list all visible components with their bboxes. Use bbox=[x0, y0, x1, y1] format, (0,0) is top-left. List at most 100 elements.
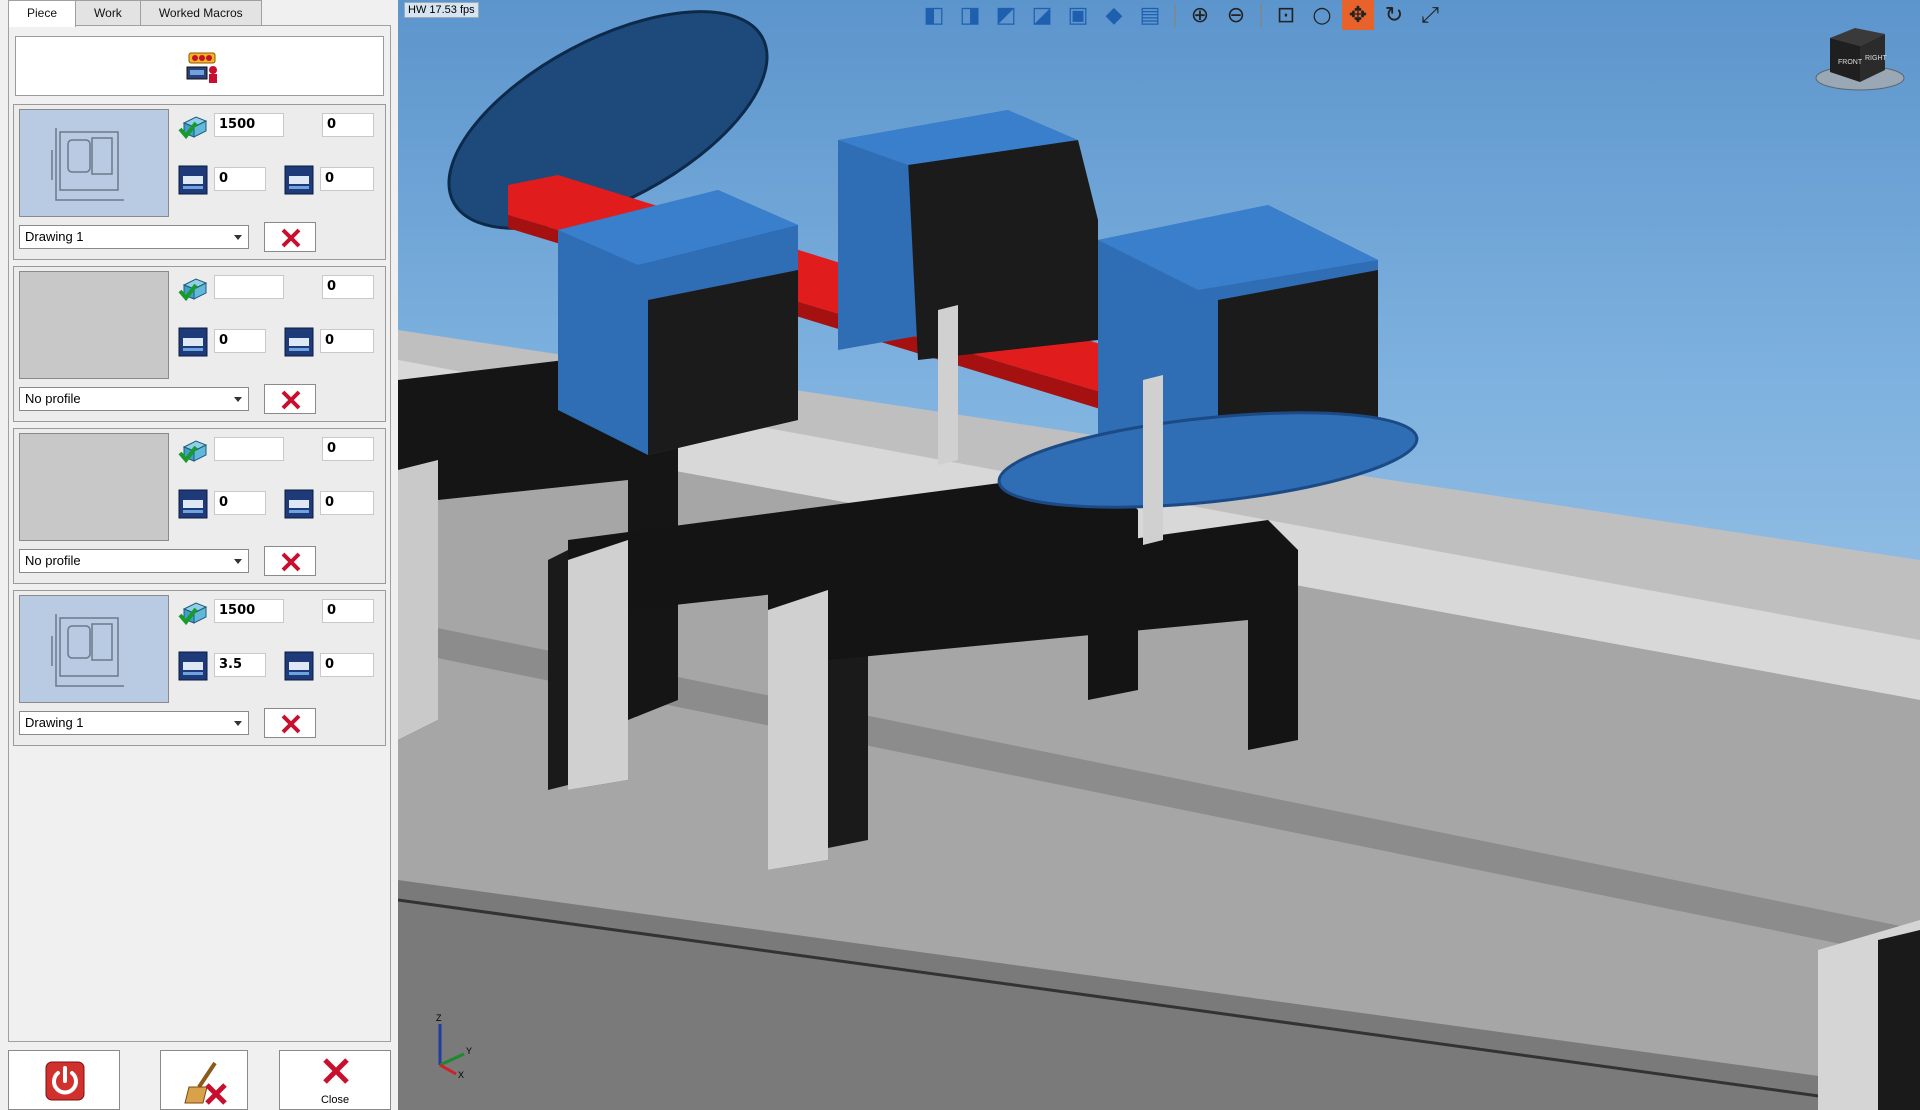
profile-thumbnail[interactable] bbox=[19, 271, 169, 379]
delete-piece-button[interactable] bbox=[264, 546, 316, 576]
chevron-down-icon bbox=[234, 721, 242, 726]
view-back-icon: ▣ bbox=[1067, 2, 1089, 28]
piece-count-input[interactable]: 0 bbox=[322, 113, 374, 137]
machine-setup-button[interactable] bbox=[15, 36, 384, 96]
zoom-out-icon: ⊖ bbox=[1226, 2, 1246, 28]
zoom-out-button[interactable]: ⊖ bbox=[1220, 0, 1252, 30]
delete-piece-button[interactable] bbox=[264, 708, 316, 738]
left-offset-input[interactable]: 3.5 bbox=[214, 653, 266, 677]
piece-row: 1500 0 0 0 Drawing 1 bbox=[13, 104, 386, 260]
right-offset-input[interactable]: 0 bbox=[320, 167, 374, 191]
left-offset-input[interactable]: 0 bbox=[214, 491, 266, 515]
right-offset-input[interactable]: 0 bbox=[320, 653, 374, 677]
delete-piece-button[interactable] bbox=[264, 384, 316, 414]
profile-select[interactable]: Drawing 1 bbox=[19, 711, 249, 735]
piece-panel: Piece Work Worked Macros 1500 0 0 0 Drawing … bbox=[0, 0, 395, 1110]
left-offset-icon bbox=[178, 489, 208, 519]
screenshot-jpg-button[interactable]: ▤ bbox=[1134, 0, 1166, 30]
zoom-button[interactable]: ○ bbox=[1306, 0, 1338, 30]
piece-row: 1500 0 3.5 0 Drawing 1 bbox=[13, 590, 386, 746]
view-iso-icon: ◆ bbox=[1105, 2, 1123, 28]
tab-content: 1500 0 0 0 Drawing 1 0 0 0 No profile 0 0 0 No profi… bbox=[8, 25, 391, 1042]
piece-length-icon bbox=[178, 111, 208, 141]
left-offset-input[interactable]: 0 bbox=[214, 329, 266, 353]
rotate-button[interactable]: ↻ bbox=[1378, 0, 1410, 30]
chevron-down-icon bbox=[234, 559, 242, 564]
profile-select-value: Drawing 1 bbox=[25, 715, 84, 730]
left-offset-input[interactable]: 0 bbox=[214, 167, 266, 191]
delete-x-icon bbox=[281, 228, 301, 248]
rotate-icon: ↻ bbox=[1384, 2, 1404, 28]
zoom-icon: ○ bbox=[1312, 2, 1332, 28]
tab-work[interactable]: Work bbox=[75, 0, 141, 26]
view-back-button[interactable]: ▣ bbox=[1062, 0, 1094, 30]
axis-z-label: Z bbox=[436, 1013, 442, 1023]
chevron-down-icon bbox=[234, 397, 242, 402]
left-offset-icon bbox=[178, 651, 208, 681]
profile-select-value: No profile bbox=[25, 553, 81, 568]
view-left-icon: ◨ bbox=[959, 2, 981, 28]
fps-readout: HW 17.53 fps bbox=[404, 2, 479, 18]
power-button[interactable] bbox=[8, 1050, 120, 1110]
chevron-down-icon bbox=[234, 235, 242, 240]
pan-button[interactable]: ✥ bbox=[1342, 0, 1374, 30]
zoom-in-button[interactable]: ⊕ bbox=[1184, 0, 1216, 30]
piece-length-icon bbox=[178, 273, 208, 303]
right-offset-input[interactable]: 0 bbox=[320, 491, 374, 515]
delete-x-icon bbox=[281, 552, 301, 572]
profile-select[interactable]: No profile bbox=[19, 549, 249, 573]
piece-row: 0 0 0 No profile bbox=[13, 428, 386, 584]
view-right-button[interactable]: ◩ bbox=[990, 0, 1022, 30]
profile-select-value: No profile bbox=[25, 391, 81, 406]
view-cube[interactable]: FRONT RIGHT bbox=[1810, 20, 1910, 95]
zoom-window-button[interactable]: ⊡ bbox=[1270, 0, 1302, 30]
profile-thumbnail[interactable] bbox=[19, 109, 169, 217]
delete-piece-button[interactable] bbox=[264, 222, 316, 252]
profile-select[interactable]: Drawing 1 bbox=[19, 225, 249, 249]
close-label: Close bbox=[320, 1094, 350, 1106]
toolbar-separator bbox=[1260, 3, 1262, 27]
axis-x-label: X bbox=[458, 1070, 464, 1080]
piece-count-input[interactable]: 0 bbox=[322, 437, 374, 461]
left-offset-icon bbox=[178, 327, 208, 357]
view-left-button[interactable]: ◨ bbox=[954, 0, 986, 30]
screenshot-jpg-icon: ▤ bbox=[1139, 2, 1161, 28]
clear-button[interactable] bbox=[160, 1050, 248, 1110]
machine-3d-scene bbox=[398, 10, 1920, 1110]
piece-count-input[interactable]: 0 bbox=[322, 599, 374, 623]
view-front-icon: ◧ bbox=[923, 2, 945, 28]
piece-row: 0 0 0 No profile bbox=[13, 266, 386, 422]
piece-length-icon bbox=[178, 597, 208, 627]
tab-piece[interactable]: Piece bbox=[8, 0, 77, 27]
right-offset-icon bbox=[284, 327, 314, 357]
view-iso-button[interactable]: ◆ bbox=[1098, 0, 1130, 30]
piece-count-input[interactable]: 0 bbox=[322, 275, 374, 299]
fit-all-button[interactable]: ⤢ bbox=[1414, 0, 1446, 30]
right-offset-icon bbox=[284, 489, 314, 519]
machine-operator-icon bbox=[186, 52, 217, 83]
right-offset-input[interactable]: 0 bbox=[320, 329, 374, 353]
zoom-window-icon: ⊡ bbox=[1276, 2, 1296, 28]
piece-length-input[interactable] bbox=[214, 275, 284, 299]
view-front-button[interactable]: ◧ bbox=[918, 0, 950, 30]
piece-length-input[interactable]: 1500 bbox=[214, 113, 284, 137]
piece-length-input[interactable]: 1500 bbox=[214, 599, 284, 623]
3d-viewport[interactable]: HW 17.53 fps ◧ ◨ ◩ ◪ ▣ ◆ ▤ ⊕ ⊖ ⊡ ○ ✥ ↻ ⤢ FRONT RIGHT … bbox=[398, 0, 1920, 1110]
tab-worked-macros[interactable]: Worked Macros bbox=[139, 0, 262, 26]
profile-thumbnail[interactable] bbox=[19, 433, 169, 541]
profile-thumbnail[interactable] bbox=[19, 595, 169, 703]
fit-all-icon: ⤢ bbox=[1421, 2, 1439, 28]
toolbar-separator bbox=[1174, 3, 1176, 27]
close-icon bbox=[323, 1058, 349, 1084]
close-button[interactable]: Close bbox=[279, 1050, 391, 1110]
view-top-button[interactable]: ◪ bbox=[1026, 0, 1058, 30]
view-right-icon: ◩ bbox=[995, 2, 1017, 28]
view-cube-right-label: RIGHT bbox=[1865, 55, 1888, 62]
profile-select-value: Drawing 1 bbox=[25, 229, 84, 244]
power-icon bbox=[45, 1061, 85, 1101]
right-offset-icon bbox=[284, 651, 314, 681]
broom-clear-icon bbox=[184, 1061, 227, 1105]
piece-length-input[interactable] bbox=[214, 437, 284, 461]
profile-select[interactable]: No profile bbox=[19, 387, 249, 411]
pan-icon: ✥ bbox=[1348, 2, 1368, 28]
